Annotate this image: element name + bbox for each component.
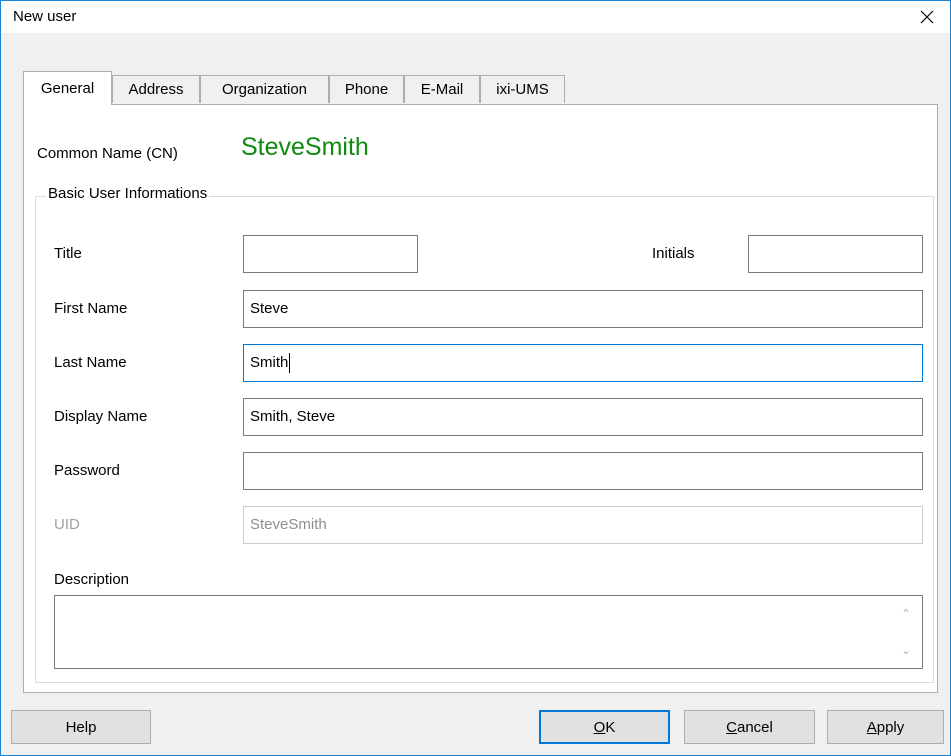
title-label: Title [54, 245, 82, 262]
password-label: Password [54, 462, 120, 479]
window-title: New user [13, 8, 77, 25]
ok-label: K [605, 718, 616, 736]
first-name-label: First Name [54, 300, 128, 317]
description-textarea[interactable]: ⌃ ⌄ [54, 595, 923, 669]
tab-label: Phone [344, 81, 389, 98]
help-button[interactable]: Help [11, 710, 151, 744]
close-button[interactable] [904, 1, 950, 33]
cancel-label: ancel [736, 718, 773, 736]
text-caret [289, 353, 291, 374]
scroll-down-icon[interactable]: ⌄ [898, 642, 914, 658]
password-input[interactable] [243, 452, 923, 490]
basic-user-info-group: Basic User Informations Title Initials F… [35, 185, 934, 683]
last-name-input[interactable]: Smith [243, 344, 923, 382]
display-name-input[interactable]: Smith, Steve [243, 398, 923, 436]
common-name-label: Common Name (CN) [37, 145, 178, 162]
last-name-text: Smith [250, 354, 289, 371]
tab-label: ixi-UMS [496, 81, 549, 98]
description-label: Description [54, 571, 130, 588]
initials-input[interactable] [748, 235, 923, 273]
new-user-dialog: New user General Address Organization Ph… [0, 0, 951, 756]
last-name-label: Last Name [54, 354, 127, 371]
cancel-button[interactable]: Cancel [684, 710, 815, 744]
apply-mnemonic: A [866, 718, 877, 736]
apply-button[interactable]: Apply [827, 710, 944, 744]
ok-mnemonic: O [593, 718, 606, 736]
apply-label: pply [876, 718, 905, 736]
tab-address[interactable]: Address [112, 75, 200, 103]
general-tab-panel: Common Name (CN) SteveSmith Basic User I… [23, 104, 938, 693]
cancel-mnemonic: C [726, 718, 737, 736]
tab-general[interactable]: General [23, 71, 112, 105]
tab-phone[interactable]: Phone [329, 75, 404, 103]
ok-button[interactable]: OK [539, 710, 670, 744]
close-icon [920, 10, 934, 24]
uid-label: UID [54, 516, 80, 533]
tab-email[interactable]: E-Mail [404, 75, 480, 103]
tab-organization[interactable]: Organization [200, 75, 329, 103]
tab-label: General [40, 80, 95, 97]
tab-label: Organization [221, 81, 308, 98]
initials-label: Initials [652, 245, 695, 262]
title-input[interactable] [243, 235, 418, 273]
tab-ixi-ums[interactable]: ixi-UMS [480, 75, 565, 103]
title-bar: New user [1, 1, 950, 33]
scroll-up-icon[interactable]: ⌃ [898, 606, 914, 622]
tab-label: Address [128, 81, 184, 98]
first-name-input[interactable]: Steve [243, 290, 923, 328]
tab-label: E-Mail [420, 81, 464, 98]
uid-input: SteveSmith [243, 506, 923, 544]
display-name-label: Display Name [54, 408, 148, 425]
group-legend: Basic User Informations [46, 185, 210, 202]
help-label: Help [65, 718, 97, 736]
common-name-value: SteveSmith [241, 133, 369, 161]
